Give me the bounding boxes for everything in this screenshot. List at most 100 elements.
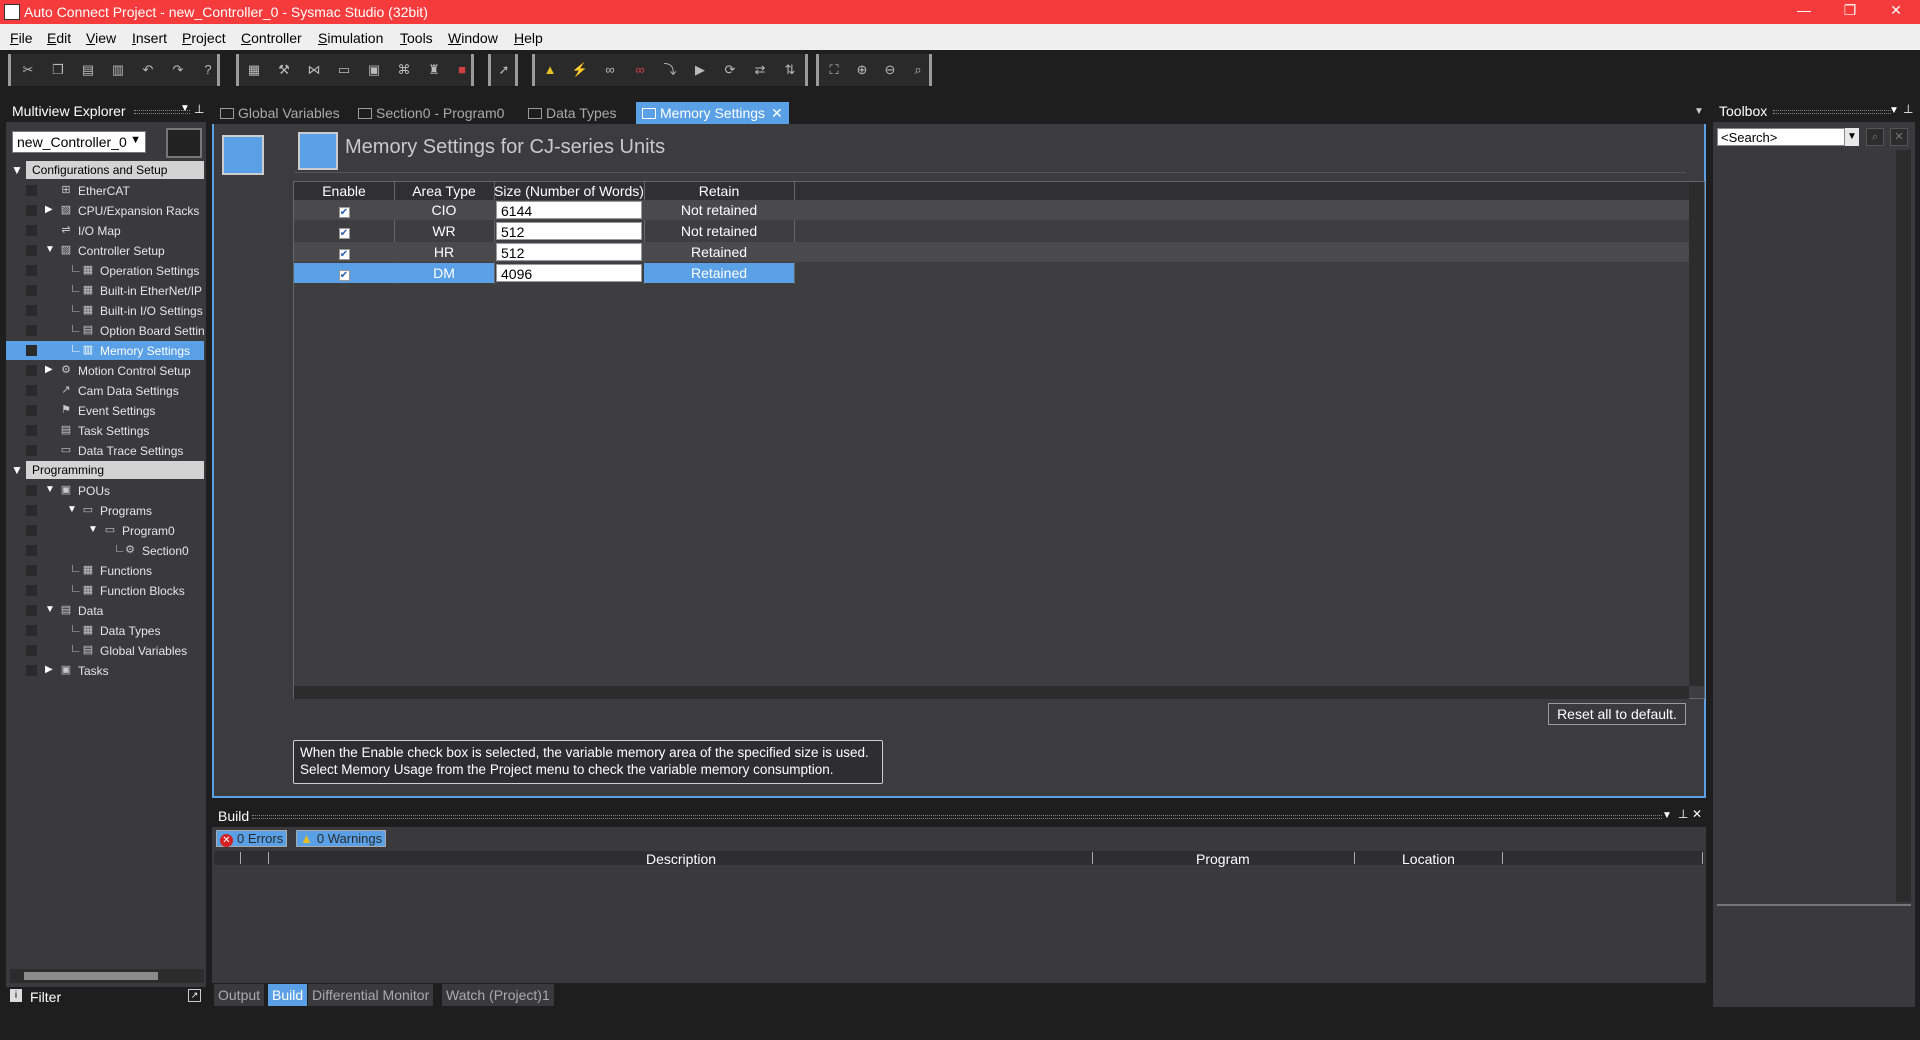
chevron-down-icon[interactable]: ▼	[1845, 128, 1859, 146]
enable-checkbox[interactable]: ✔	[338, 249, 350, 260]
controller-select[interactable]: new_Controller_0 ▼	[12, 131, 146, 153]
collapse-icon[interactable]: ▼	[88, 524, 98, 535]
cut-icon[interactable]: ✂	[17, 60, 39, 80]
tree-item-option-board[interactable]: ∟ ▤ Option Board Settin	[6, 321, 205, 340]
col-location[interactable]: Location	[1402, 851, 1455, 867]
menu-project[interactable]: Project	[182, 30, 226, 46]
tab-global-variables[interactable]: Global Variables	[214, 102, 346, 124]
section-toggle-programming[interactable]: ▼	[11, 463, 23, 477]
table-row[interactable]: ✔ CIO 6144 Not retained	[294, 200, 1689, 220]
undo-icon[interactable]: ↶	[137, 60, 159, 80]
tree-item-programs[interactable]: ▼ ▭ Programs	[6, 501, 204, 520]
run-icon[interactable]: ▶	[689, 60, 711, 80]
tab-build[interactable]: Build	[268, 984, 308, 1006]
redo-icon[interactable]: ↷	[167, 60, 189, 80]
toolbox-search-input[interactable]: <Search>	[1717, 128, 1845, 146]
network-icon[interactable]: ⋈	[303, 60, 325, 80]
errors-filter[interactable]: ✕ 0 Errors	[216, 830, 288, 847]
section-configurations[interactable]: Configurations and Setup	[26, 161, 204, 179]
upload-icon[interactable]: ⇅	[779, 60, 801, 80]
expand-icon[interactable]: ▶	[45, 364, 53, 375]
tree-item-data-types[interactable]: ∟ ▦ Data Types	[6, 621, 204, 640]
search-icon[interactable]: ⌕	[1866, 128, 1884, 146]
build-icon[interactable]: ▦	[243, 60, 265, 80]
filter-bar[interactable]: i Filter ↗	[6, 987, 206, 1007]
collapse-icon[interactable]: ▼	[45, 484, 55, 495]
binoculars-icon[interactable]: ♜	[423, 60, 445, 80]
enable-cell[interactable]: ✔	[294, 200, 394, 220]
toolbox-scrollbar[interactable]	[1896, 150, 1911, 902]
collapse-icon[interactable]: ▼	[45, 604, 55, 615]
menu-edit[interactable]: Edit	[47, 30, 71, 46]
tree-item-global-variables[interactable]: ∟ ▤ Global Variables	[6, 641, 204, 660]
enable-cell[interactable]: ✔	[294, 221, 394, 241]
section-toggle-config[interactable]: ▼	[11, 163, 23, 177]
reset-all-button[interactable]: Reset all to default.	[1548, 703, 1686, 725]
toolbox-pin-icon[interactable]: ⊥	[1903, 102, 1913, 116]
col-enable[interactable]: Enable	[294, 183, 394, 199]
step-icon[interactable]: ⤵	[659, 60, 681, 80]
menu-insert[interactable]: Insert	[132, 30, 167, 46]
collapse-icon[interactable]: ▼	[67, 504, 77, 515]
table-row[interactable]: ✔ HR 512 Retained	[294, 242, 1689, 262]
menu-window[interactable]: Window	[448, 30, 498, 46]
tree-item-io-map[interactable]: ⇌ I/O Map	[6, 221, 204, 240]
tab-watch-project[interactable]: Watch (Project)1	[442, 984, 554, 1006]
reset-icon[interactable]: ⟳	[719, 60, 741, 80]
tree-item-memory-settings[interactable]: ∟ ▥ Memory Settings	[6, 341, 204, 360]
expand-icon[interactable]: ▶	[45, 664, 53, 675]
enable-cell[interactable]: ✔	[294, 242, 394, 262]
warnings-filter[interactable]: ▲ 0 Warnings	[296, 830, 387, 847]
zoom-in-icon[interactable]: ⊕	[851, 60, 873, 80]
tree-item-cam-data[interactable]: ↗ Cam Data Settings	[6, 381, 204, 400]
tree-item-function-blocks[interactable]: ∟ ▦ Function Blocks	[6, 581, 204, 600]
paste-icon[interactable]: ▤	[77, 60, 99, 80]
tree-item-event-settings[interactable]: ⚑ Event Settings	[6, 401, 204, 420]
retain-cell[interactable]: Retained	[644, 263, 794, 283]
size-input[interactable]: 4096	[496, 264, 642, 282]
tab-differential-monitor[interactable]: Differential Monitor	[308, 984, 434, 1006]
zoom-out-icon[interactable]: ⊖	[879, 60, 901, 80]
explorer-scrollbar[interactable]	[10, 969, 204, 983]
tree-item-data[interactable]: ▼ ▤ Data	[6, 601, 204, 620]
filter-toggle-icon[interactable]: ↗	[188, 989, 201, 1002]
size-input[interactable]: 512	[496, 222, 642, 240]
build-pin-icon[interactable]: ⊥	[1678, 807, 1688, 821]
restore-button[interactable]: ❐	[1828, 2, 1872, 22]
stop-icon[interactable]: ■	[451, 60, 473, 80]
close-window-button[interactable]: ✕	[1874, 2, 1918, 22]
build-menu-icon[interactable]: ▼	[1662, 810, 1672, 821]
tree-item-task-settings[interactable]: ▤ Task Settings	[6, 421, 204, 440]
compare-icon[interactable]: ▭	[333, 60, 355, 80]
clear-icon[interactable]: ✕	[1890, 128, 1908, 146]
monitor-icon[interactable]: ∞	[599, 60, 621, 80]
col-description[interactable]: Description	[646, 851, 716, 867]
grid-vertical-scrollbar[interactable]	[1689, 182, 1704, 686]
controller-icon[interactable]	[166, 128, 202, 158]
pointer-icon[interactable]: ➚	[493, 60, 515, 80]
tree-item-controller-setup[interactable]: ▼ ▨ Controller Setup	[6, 241, 204, 260]
menu-help[interactable]: Help	[514, 30, 543, 46]
tree-item-functions[interactable]: ∟ ▦ Functions	[6, 561, 204, 580]
table-row[interactable]: ✔ DM 4096 Retained	[294, 263, 1689, 283]
enable-checkbox[interactable]: ✔	[338, 207, 350, 218]
minimize-button[interactable]: —	[1782, 2, 1826, 22]
retain-cell[interactable]: Retained	[644, 242, 794, 262]
explorer-menu-icon[interactable]: ▼	[180, 103, 190, 114]
tree-item-motion-control[interactable]: ▶ ⚙ Motion Control Setup	[6, 361, 204, 380]
tree-item-ethernet-ip[interactable]: ∟ ▦ Built-in EtherNet/IP	[6, 281, 204, 300]
tree-item-io-settings[interactable]: ∟ ▦ Built-in I/O Settings	[6, 301, 204, 320]
tab-list-dropdown-icon[interactable]: ▼	[1694, 106, 1704, 117]
help-icon[interactable]: ?	[197, 60, 219, 80]
expand-icon[interactable]: ▶	[45, 204, 53, 215]
tree-item-cpu-racks[interactable]: ▶ ▧ CPU/Expansion Racks	[6, 201, 204, 220]
tree-item-tasks[interactable]: ▶ ▣ Tasks	[6, 661, 204, 680]
close-tab-icon[interactable]: ✕	[771, 105, 783, 121]
build-close-icon[interactable]: ✕	[1692, 807, 1702, 821]
explorer-pin-icon[interactable]: ⊥	[194, 102, 204, 116]
col-size[interactable]: Size (Number of Words)	[494, 183, 644, 199]
collapse-icon[interactable]: ▼	[45, 244, 55, 255]
col-area-type[interactable]: Area Type	[394, 183, 494, 199]
tab-memory-settings[interactable]: Memory Settings ✕	[636, 102, 789, 124]
online-icon[interactable]: ⚡	[569, 60, 591, 80]
